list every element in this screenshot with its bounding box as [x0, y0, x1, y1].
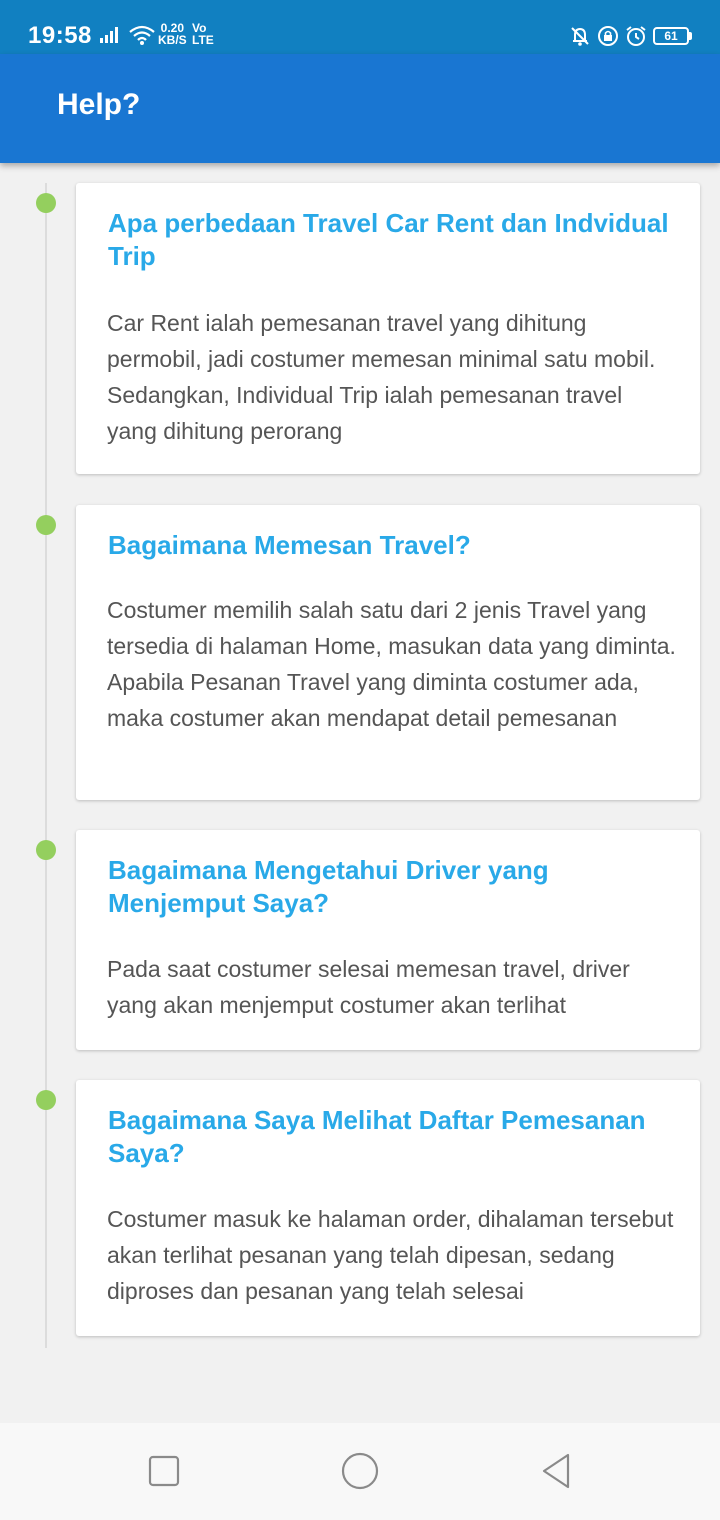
- timeline-dot: [36, 1090, 56, 1110]
- recents-square-icon[interactable]: [144, 1451, 184, 1491]
- timeline-dot: [36, 515, 56, 535]
- signal-icon: [100, 27, 118, 43]
- faq-question: Bagaimana Mengetahui Driver yang Menjemp…: [108, 855, 549, 918]
- faq-timeline: Apa perbedaan Travel Car Rent dan Indvid…: [0, 163, 720, 1423]
- page-title: Help?: [57, 88, 141, 121]
- faq-card[interactable]: Apa perbedaan Travel Car Rent dan Indvid…: [76, 183, 700, 474]
- lock-icon: [598, 26, 618, 46]
- wifi-icon: [129, 25, 155, 45]
- volte-indicator: Vo LTE: [192, 22, 214, 46]
- faq-card[interactable]: Bagaimana Mengetahui Driver yang Menjemp…: [76, 830, 700, 1050]
- status-right-icons: 61: [569, 22, 692, 50]
- faq-answer: Costumer memilih salah satu dari 2 jenis…: [107, 597, 676, 731]
- back-triangle-icon[interactable]: [536, 1451, 576, 1491]
- battery-level: 61: [653, 27, 689, 45]
- bell-off-icon: [571, 27, 589, 46]
- alarm-icon: [626, 26, 646, 46]
- timeline-dot: [36, 840, 56, 860]
- faq-question: Bagaimana Memesan Travel?: [108, 530, 471, 560]
- faq-answer: Pada saat costumer selesai memesan trave…: [107, 956, 630, 1018]
- faq-question: Apa perbedaan Travel Car Rent dan Indvid…: [108, 208, 669, 271]
- faq-card[interactable]: Bagaimana Saya Melihat Daftar Pemesanan …: [76, 1080, 700, 1336]
- status-bar: 19:58 0.20 KB/S Vo LTE 61: [0, 0, 720, 54]
- faq-question: Bagaimana Saya Melihat Daftar Pemesanan …: [108, 1105, 646, 1168]
- timeline-dot: [36, 193, 56, 213]
- faq-answer: Car Rent ialah pemesanan travel yang dih…: [107, 310, 656, 444]
- status-time: 19:58: [28, 22, 92, 49]
- battery-icon: 61: [653, 27, 692, 45]
- network-speed: 0.20 KB/S: [158, 22, 187, 46]
- faq-card[interactable]: Bagaimana Memesan Travel? Costumer memil…: [76, 505, 700, 800]
- faq-answer: Costumer masuk ke halaman order, dihalam…: [107, 1206, 674, 1304]
- timeline-line: [45, 183, 47, 1348]
- volte-bottom: LTE: [192, 33, 214, 47]
- app-bar: Help?: [0, 54, 720, 163]
- home-circle-icon[interactable]: [340, 1451, 380, 1491]
- system-nav-bar: [0, 1423, 720, 1520]
- network-speed-unit: KB/S: [158, 33, 187, 47]
